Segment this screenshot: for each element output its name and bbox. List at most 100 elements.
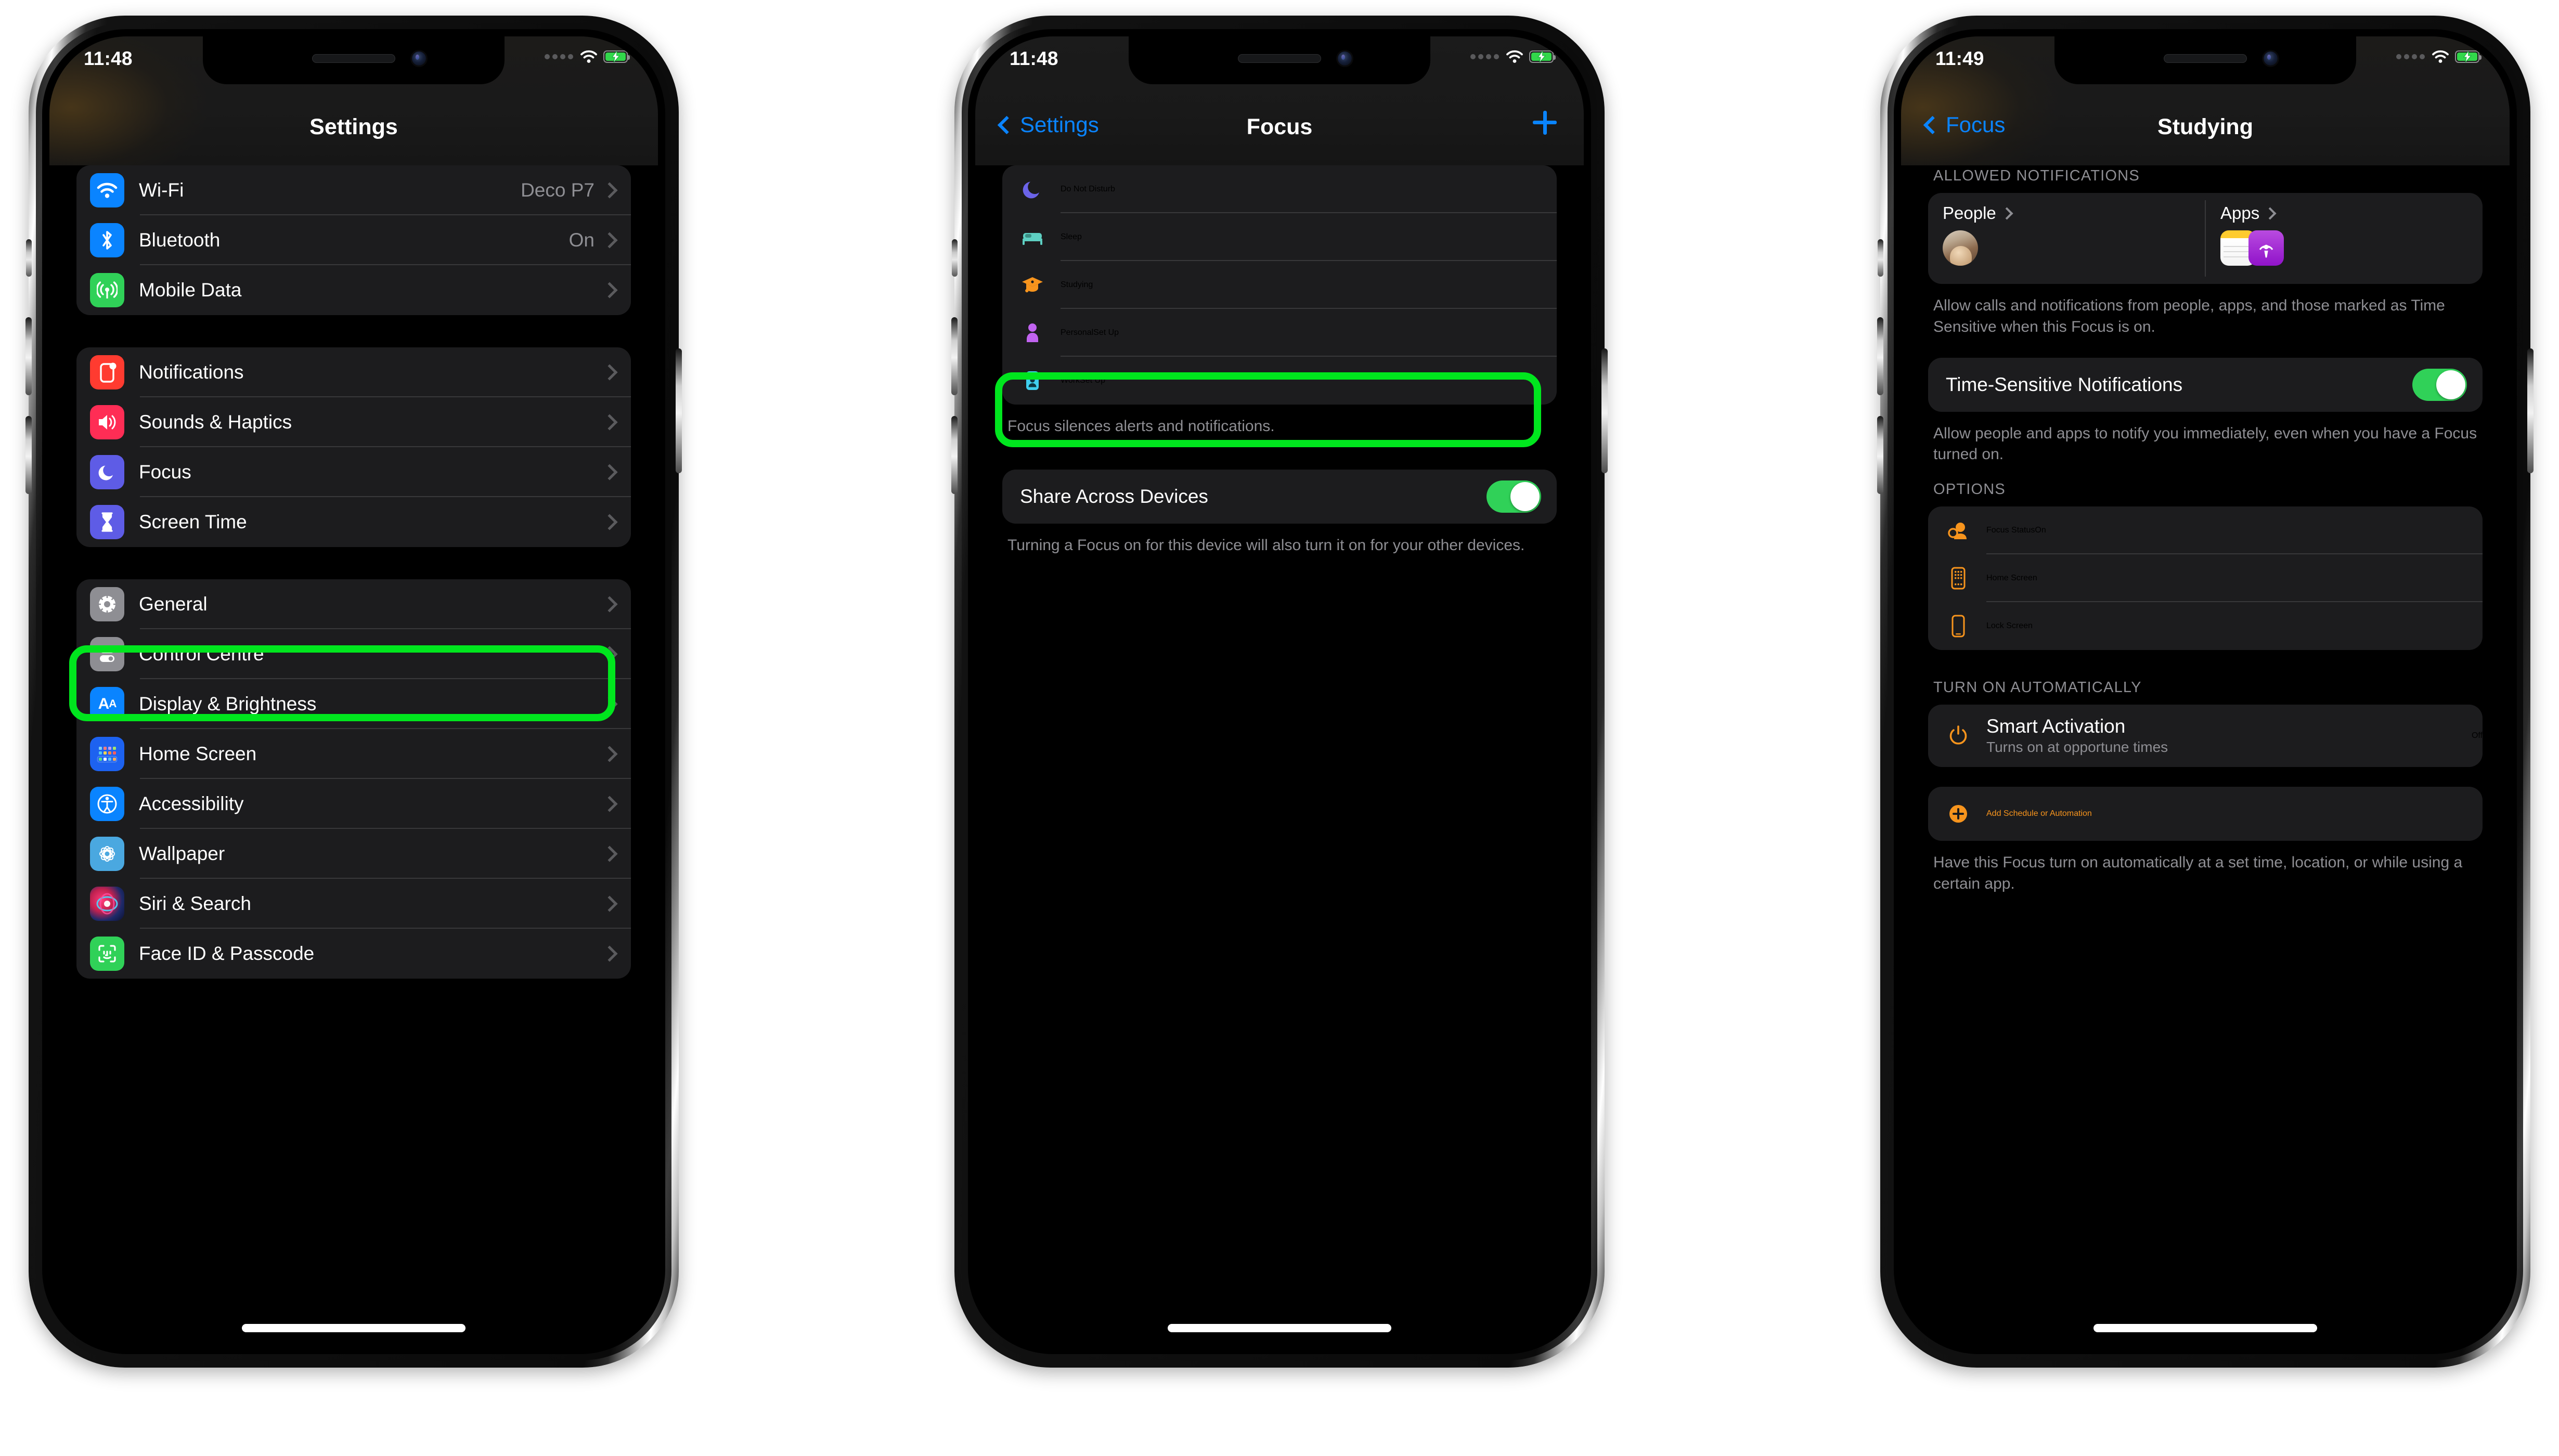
- time-sensitive-row[interactable]: Time-Sensitive Notifications: [1928, 358, 2483, 412]
- settings-row-sounds-haptics[interactable]: Sounds & Haptics: [76, 397, 631, 447]
- row-label: Focus: [139, 461, 191, 483]
- phone-screen: Focus Studying ALLOWED NOTIFICATIONS Peo…: [1901, 36, 2510, 1347]
- option-row-lock-screen[interactable]: Lock Screen: [1928, 602, 2483, 650]
- mute-switch[interactable]: [26, 239, 32, 277]
- focus-row-personal[interactable]: Personal Set Up: [1002, 309, 1557, 357]
- home-indicator[interactable]: [242, 1324, 466, 1332]
- moon-icon: [90, 455, 124, 489]
- add-schedule-card: Add Schedule or Automation: [1928, 787, 2483, 841]
- signal-dots-icon: [1470, 54, 1499, 59]
- wifi-icon: [580, 50, 598, 63]
- studying-scroll[interactable]: ALLOWED NOTIFICATIONS People Apps Allow …: [1901, 167, 2510, 1347]
- mute-switch[interactable]: [1878, 239, 1883, 277]
- settings-row-home-screen[interactable]: Home Screen: [76, 729, 631, 779]
- home-screen-outline-icon: [1944, 564, 1973, 593]
- settings-row-general[interactable]: General: [76, 579, 631, 629]
- status-time: 11:49: [1935, 48, 1984, 69]
- settings-row-mobile-data[interactable]: Mobile Data: [76, 265, 631, 315]
- focus-footnote: Focus silences alerts and notifications.: [1007, 418, 1275, 435]
- settings-row-accessibility[interactable]: Accessibility: [76, 779, 631, 829]
- volume-up-button[interactable]: [25, 317, 32, 395]
- people-title[interactable]: People: [1943, 203, 2205, 223]
- power-button[interactable]: [2527, 348, 2534, 473]
- option-row-home-screen[interactable]: Home Screen: [1928, 554, 2483, 603]
- chevron-right-icon: [601, 282, 618, 298]
- row-label: Focus Status: [1986, 526, 2035, 535]
- focus-row-do-not-disturb[interactable]: Do Not Disturb: [1002, 165, 1557, 213]
- home-indicator[interactable]: [1168, 1324, 1391, 1332]
- add-focus-button[interactable]: [1533, 111, 1557, 135]
- options-card: Focus Status On Home Screen Lock Screen: [1928, 506, 2483, 651]
- apps-panel[interactable]: Apps: [2206, 193, 2483, 284]
- settings-row-wifi[interactable]: Wi-Fi Deco P7: [76, 165, 631, 215]
- settings-row-notifications[interactable]: Notifications: [76, 347, 631, 397]
- auto-footnote: Have this Focus turn on automatically at…: [1933, 854, 2463, 892]
- battery-charging-icon: [2455, 50, 2482, 63]
- row-label: Share Across Devices: [1020, 485, 1208, 507]
- power-button[interactable]: [676, 348, 682, 473]
- lock-screen-outline-icon: [1944, 612, 1973, 641]
- power-button[interactable]: [1601, 348, 1608, 473]
- settings-scroll[interactable]: Wi-Fi Deco P7 Bluetooth On Mobile Data N…: [49, 165, 658, 1347]
- row-label: Do Not Disturb: [1061, 185, 1115, 193]
- row-value: Off: [2471, 731, 2483, 740]
- home-indicator[interactable]: [2093, 1324, 2317, 1332]
- smart-activation-text: Smart Activation Turns on at opportune t…: [1986, 716, 2472, 756]
- settings-row-screen-time[interactable]: Screen Time: [76, 497, 631, 547]
- group-gap: [1901, 767, 2510, 787]
- people-panel[interactable]: People: [1928, 193, 2205, 284]
- mute-switch[interactable]: [952, 239, 958, 277]
- settings-row-display-brightness[interactable]: AA Display & Brightness: [76, 679, 631, 729]
- speaker-icon: [90, 405, 124, 439]
- chevron-right-icon: [601, 696, 618, 712]
- moon-glyph-icon: [1018, 175, 1047, 204]
- chevron-right-icon: [2264, 206, 2277, 220]
- phone-studying-focus: Focus Studying ALLOWED NOTIFICATIONS Peo…: [1877, 16, 2534, 1368]
- settings-row-face-id-passcode[interactable]: Face ID & Passcode: [76, 929, 631, 979]
- chevron-right-icon: [601, 414, 618, 431]
- focus-row-studying[interactable]: Studying: [1002, 261, 1557, 309]
- focus-row-work[interactable]: Work Set Up: [1002, 357, 1557, 405]
- settings-row-bluetooth[interactable]: Bluetooth On: [76, 215, 631, 265]
- options-header: OPTIONS: [1933, 481, 2006, 498]
- display-brightness-icon: AA: [90, 687, 124, 721]
- settings-row-siri-search[interactable]: Siri & Search: [76, 879, 631, 929]
- plus-circle-icon: [1944, 799, 1973, 828]
- status-indicators: [2396, 50, 2482, 63]
- studying-focus-screen: Focus Studying ALLOWED NOTIFICATIONS Peo…: [1901, 36, 2510, 1347]
- chevron-right-icon: [601, 945, 618, 962]
- volume-down-button[interactable]: [1877, 416, 1883, 494]
- home-screen-icon: [90, 737, 124, 771]
- face-id-icon: [90, 937, 124, 971]
- settings-row-control-centre[interactable]: Control Centre: [76, 629, 631, 679]
- volume-up-button[interactable]: [1877, 317, 1883, 395]
- row-label: Face ID & Passcode: [139, 943, 315, 964]
- chevron-right-icon: [601, 596, 618, 613]
- settings-app: Settings Wi-Fi Deco P7 Bluetooth On Mobi…: [49, 36, 658, 1347]
- power-icon: [1944, 721, 1973, 750]
- group-gap: [1901, 650, 2510, 679]
- chevron-right-icon: [601, 514, 618, 530]
- smart-activation-row[interactable]: Smart Activation Turns on at opportune t…: [1928, 705, 2483, 767]
- time-sensitive-footnote: Allow people and apps to notify you imme…: [1933, 424, 2477, 463]
- phone-settings: Settings Wi-Fi Deco P7 Bluetooth On Mobi…: [25, 16, 682, 1368]
- volume-down-button[interactable]: [25, 416, 32, 494]
- chevron-right-icon: [601, 182, 618, 199]
- option-row-focus-status[interactable]: Focus Status On: [1928, 506, 2483, 555]
- apps-title[interactable]: Apps: [2220, 203, 2483, 223]
- share-across-devices-row[interactable]: Share Across Devices: [1002, 470, 1557, 524]
- time-sensitive-toggle[interactable]: [2412, 368, 2467, 401]
- row-label: Personal: [1061, 328, 1094, 337]
- time-sensitive-card: Time-Sensitive Notifications: [1928, 357, 2483, 412]
- row-label: Screen Time: [139, 511, 247, 532]
- add-schedule-row[interactable]: Add Schedule or Automation: [1928, 787, 2483, 841]
- settings-row-wallpaper[interactable]: Wallpaper: [76, 829, 631, 879]
- volume-up-button[interactable]: [951, 317, 958, 395]
- volume-down-button[interactable]: [951, 416, 958, 494]
- settings-row-focus[interactable]: Focus: [76, 447, 631, 497]
- focus-list-card: Do Not Disturb Sleep Studying Personal S…: [1002, 165, 1557, 405]
- focus-scroll[interactable]: Do Not Disturb Sleep Studying Personal S…: [975, 165, 1584, 1347]
- focus-row-sleep[interactable]: Sleep: [1002, 213, 1557, 261]
- share-across-devices-toggle[interactable]: [1487, 480, 1541, 513]
- cellular-icon: [90, 273, 124, 307]
